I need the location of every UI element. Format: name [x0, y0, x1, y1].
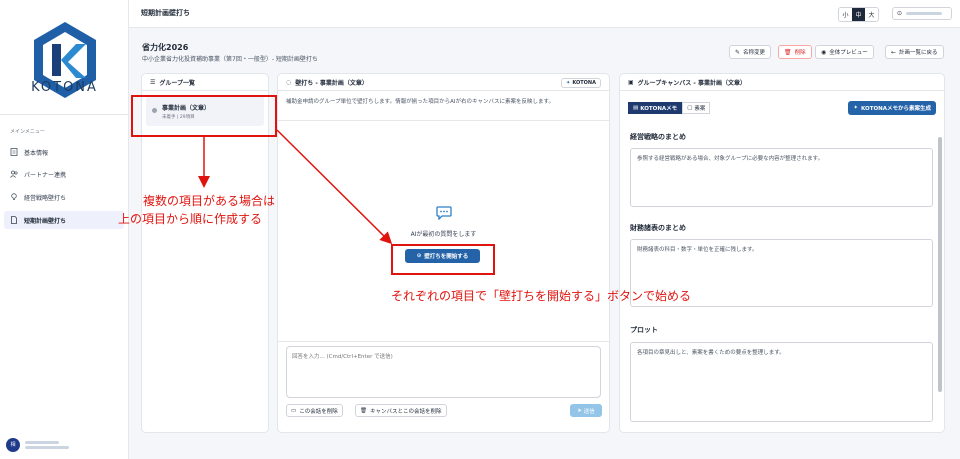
sidebar-item-strategy[interactable]: 経営戦略壁打ち — [4, 188, 124, 206]
plan-subtitle: 中小企業省力化投資補助事業（第7回・一般型）- 短期計画壁打ち — [142, 56, 318, 63]
canvas-icon: ▣ — [628, 78, 634, 86]
annotation-box-group-item — [131, 95, 277, 137]
users-icon — [10, 170, 18, 178]
trash-icon: 🗑 — [360, 407, 367, 414]
user-block[interactable]: 相 — [0, 430, 128, 459]
sidebar-item-basic-info[interactable]: 基本情報 — [4, 143, 124, 161]
chat-title: 壁打ち - 事業計画（文章） — [295, 79, 368, 87]
sidebar-item-label: 基本情報 — [24, 149, 49, 157]
list-icon: ☰ — [150, 78, 156, 86]
delete-label: 削除 — [794, 50, 806, 56]
sparkle-icon: ✦ — [853, 105, 859, 111]
annotation-note-line1: 複数の項目がある場合は — [143, 194, 276, 208]
file-icon — [10, 216, 18, 224]
top-bar: 短期計画壁打ち 小 中 大 ⊙ — [129, 0, 960, 28]
delete-chat-button[interactable]: ▭ この会話を削除 — [286, 404, 343, 417]
tab-kotona-memo[interactable]: ▤ KOTONAメモ — [628, 102, 683, 114]
delete-chat-label: この会話を削除 — [299, 408, 338, 415]
canvas-title: グループキャンバス - 事業計画（文章） — [637, 79, 746, 87]
back-to-list-button[interactable]: ← 計画一覧に戻る — [885, 45, 944, 59]
tab-memo-label: KOTONAメモ — [640, 106, 678, 112]
send-button[interactable]: ➤ 送信 — [570, 404, 602, 417]
canvas-header: ▣ グループキャンバス - 事業計画（文章） — [620, 74, 944, 91]
scrollbar-thumb[interactable] — [938, 137, 942, 392]
user-menu-button[interactable]: ⊙ — [892, 7, 952, 20]
sidebar-divider — [0, 114, 128, 115]
rename-label: 名称変更 — [743, 50, 766, 56]
font-size-large[interactable]: 大 — [865, 8, 878, 21]
section-title: 財務諸表のまとめ — [630, 224, 686, 232]
canvas-tabs: ▤ KOTONAメモ ▢ 素案 — [628, 102, 711, 114]
divider — [278, 341, 609, 342]
scrollbar[interactable] — [938, 129, 942, 411]
avatar: 相 — [6, 437, 20, 452]
sidebar-item-label: パートナー連携 — [24, 171, 67, 179]
sidebar: KOTONA メインメニュー 基本情報 パートナー連携 経営戦略壁打ち 短期計画… — [0, 0, 129, 459]
trash-icon: 🗑 — [784, 48, 792, 56]
group-list-title: グループ一覧 — [159, 79, 196, 87]
memo-icon: ▤ — [633, 105, 639, 111]
section-title: 経営戦略のまとめ — [630, 133, 686, 141]
generate-draft-label: KOTONAメモから素案生成 — [861, 106, 931, 112]
empty-state-prompt: AIが最初の質問をします — [410, 231, 477, 238]
sidebar-item-partner[interactable]: パートナー連携 — [4, 165, 124, 183]
draft-icon: ▢ — [687, 105, 693, 111]
sidebar-item-short-term[interactable]: 短期計画壁打ち — [4, 211, 124, 229]
section-title: プロット — [630, 326, 658, 334]
canvas-panel: ▣ グループキャンバス - 事業計画（文章） ▤ KOTONAメモ ▢ 素案 ✦ KOT… — [619, 73, 945, 433]
page-title: 短期計画壁打ち — [141, 9, 190, 17]
chat-description: 補助金申請のグループ単位で壁打ちします。情報が揃った項目からAIが右のキャンバス… — [286, 99, 554, 105]
preview-label: 全体プレビュー — [829, 50, 868, 56]
font-size-small[interactable]: 小 — [839, 8, 852, 21]
sidebar-item-label: 経営戦略壁打ち — [24, 194, 67, 202]
chat-bubble-icon: ▭ — [291, 407, 297, 414]
tab-draft-label: 素案 — [694, 106, 706, 112]
delete-all-label: キャンバスとこの会話を削除 — [369, 408, 442, 415]
annotation-note-line2: 上の項目から順に作成する — [118, 212, 263, 226]
document-icon — [10, 148, 18, 156]
sparkle-icon: ✦ — [566, 80, 571, 86]
chat-header: ◌ 壁打ち - 事業計画（文章） — [278, 74, 609, 91]
group-list-header: ☰ グループ一覧 — [142, 74, 268, 91]
menu-title: メインメニュー — [10, 129, 45, 135]
annotation-box-start-button — [391, 244, 495, 275]
font-size-medium[interactable]: 中 — [852, 8, 865, 21]
user-icon: ⊙ — [897, 10, 903, 17]
answer-input[interactable] — [286, 346, 601, 398]
divider — [278, 120, 609, 121]
chat-icon — [436, 206, 452, 223]
back-label: 計画一覧に戻る — [899, 50, 938, 56]
sidebar-item-label: 短期計画壁打ち — [24, 217, 67, 225]
send-label: 送信 — [583, 408, 595, 415]
tab-draft[interactable]: ▢ 素案 — [682, 102, 711, 114]
eye-icon: ◉ — [821, 48, 827, 56]
generate-draft-button[interactable]: ✦ KOTONAメモから素案生成 — [848, 101, 936, 115]
preview-button[interactable]: ◉ 全体プレビュー — [815, 45, 874, 59]
user-info-blurred — [25, 439, 69, 451]
send-icon: ➤ — [577, 407, 582, 414]
user-name-blurred — [906, 12, 943, 15]
annotation-note-start: それぞれの項目で「壁打ちを開始する」ボタンで始める — [391, 289, 692, 303]
plan-title: 省力化2026 — [142, 43, 189, 52]
section-textarea[interactable]: 参照する経営戦略がある場合、対象グループに必要な内容が整理されます。 — [630, 148, 933, 207]
brand-name: KOTONA — [31, 80, 98, 95]
kotona-badge: ✦ KOTONA — [561, 78, 601, 88]
bulb-icon — [10, 193, 18, 201]
section-textarea[interactable]: 各項目の章見出しと、素案を書くための要点を整理します。 — [630, 342, 933, 422]
font-size-toggle: 小 中 大 — [838, 7, 879, 22]
delete-canvas-and-chat-button[interactable]: 🗑 キャンバスとこの会話を削除 — [355, 404, 447, 417]
kotona-badge-label: KOTONA — [572, 80, 596, 86]
arrow-left-icon: ← — [891, 48, 897, 56]
rename-button[interactable]: ✎ 名称変更 — [729, 45, 772, 59]
pencil-icon: ✎ — [735, 48, 741, 56]
chat-bubble-icon: ◌ — [286, 78, 292, 86]
delete-button[interactable]: 🗑 削除 — [778, 45, 812, 59]
